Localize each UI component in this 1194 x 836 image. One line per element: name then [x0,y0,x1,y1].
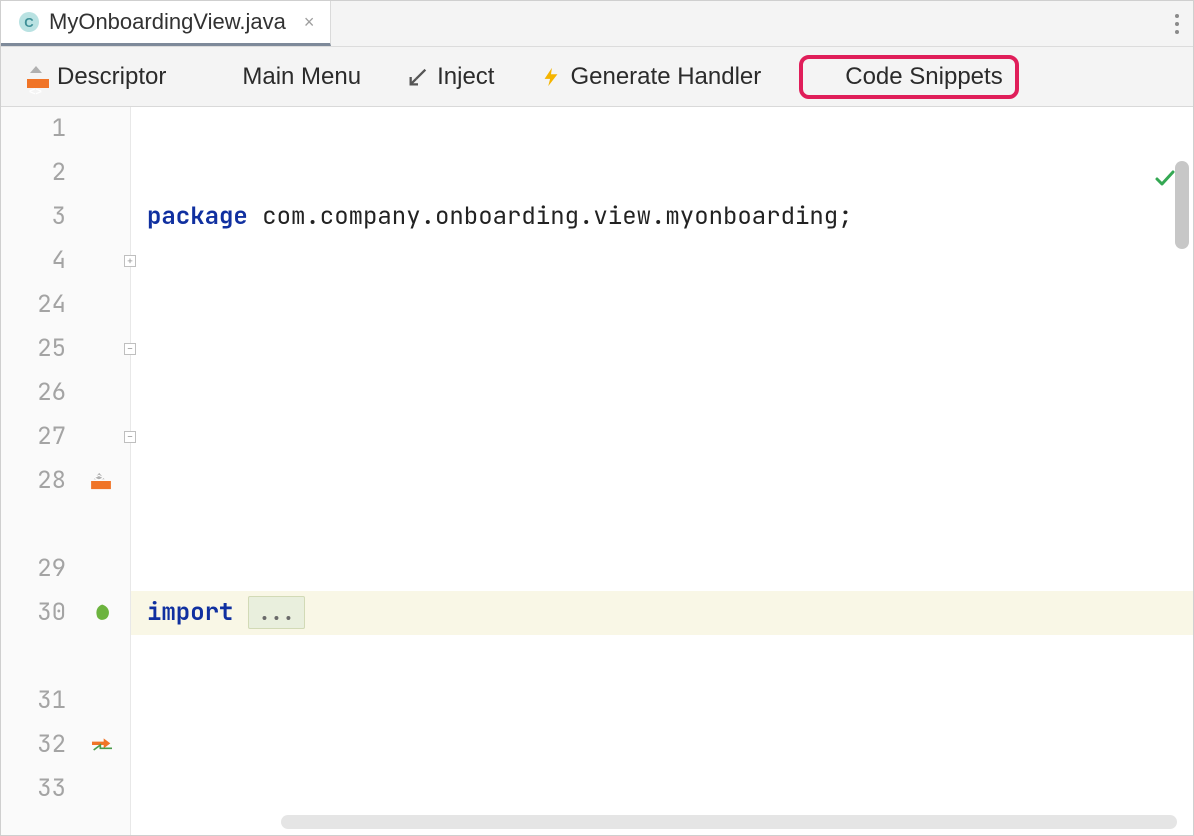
code-snippets-button[interactable]: Code Snippets [799,55,1018,99]
line-number: 32 [1,723,130,767]
line-number-text: 4 [52,245,66,276]
tab-options-button[interactable] [1175,1,1179,46]
close-icon[interactable]: × [304,12,315,33]
tab-filename: MyOnboardingView.java [49,9,286,35]
line-number: 3 [1,195,130,239]
code-line: package com.company.onboarding.view.myon… [147,195,1193,239]
main-menu-label: Main Menu [242,63,361,91]
descriptor-button[interactable]: <> Descriptor [19,59,174,95]
line-number-text: 32 [37,729,66,760]
code-line [147,459,1193,503]
line-number: 28 <> [1,459,130,503]
lightning-icon [540,66,562,88]
inject-icon [407,66,429,88]
line-number-text: 27 [37,421,66,452]
keyword-token: import [147,597,233,628]
line-number: 30 [1,591,130,635]
generate-handler-label: Generate Handler [570,63,761,91]
ide-panel: C MyOnboardingView.java × <> Descriptor … [0,0,1194,836]
vertical-scrollbar-thumb[interactable] [1175,161,1189,249]
line-number-text: 30 [37,597,66,628]
code-area[interactable]: package com.company.onboarding.view.myon… [131,107,1193,835]
code-text: com.company.onboarding.view.myonboarding… [248,201,853,232]
descriptor-label: Descriptor [57,63,166,91]
generate-handler-button[interactable]: Generate Handler [532,59,769,95]
line-number: 27 – [1,415,130,459]
editor-toolbar: <> Descriptor Main Menu Inject Generate … [1,47,1193,107]
spring-bean-icon[interactable] [92,603,112,623]
inject-label: Inject [437,63,494,91]
line-number: 4 + [1,239,130,283]
descriptor-icon: <> [27,66,49,88]
code-editor[interactable]: 1 2 3 4 + 24 25 – 26 27 – 28 <> [1,107,1193,835]
menu-icon [212,66,234,88]
line-number [1,635,130,679]
java-class-icon: C [19,12,39,32]
line-number: 33 [1,767,130,811]
descriptor-gutter-icon[interactable]: <> [90,472,112,490]
line-number: 26 [1,371,130,415]
navigate-icon[interactable] [92,737,112,753]
keyword-token: package [147,201,248,232]
snippets-icon [815,66,837,88]
inspection-ok-icon[interactable] [1038,117,1177,249]
horizontal-scrollbar[interactable] [281,815,1177,829]
code-line [147,327,1193,371]
inject-button[interactable]: Inject [399,59,502,95]
main-menu-button[interactable]: Main Menu [204,59,369,95]
editor-tab[interactable]: C MyOnboardingView.java × [1,1,331,46]
code-line [147,723,1193,767]
tab-bar: C MyOnboardingView.java × [1,1,1193,47]
line-number [1,503,130,547]
line-number: 29 [1,547,130,591]
line-number: 1 [1,107,130,151]
line-number: 31 [1,679,130,723]
line-number: 24 [1,283,130,327]
code-snippets-label: Code Snippets [845,63,1002,91]
kebab-icon [1175,14,1179,34]
folded-placeholder[interactable]: ... [248,596,305,629]
code-line: import ... [131,591,1193,635]
line-number-text: 28 [37,465,66,496]
line-number-text: 25 [37,333,66,364]
line-number: 2 [1,151,130,195]
line-number: 25 – [1,327,130,371]
gutter: 1 2 3 4 + 24 25 – 26 27 – 28 <> [1,107,131,835]
